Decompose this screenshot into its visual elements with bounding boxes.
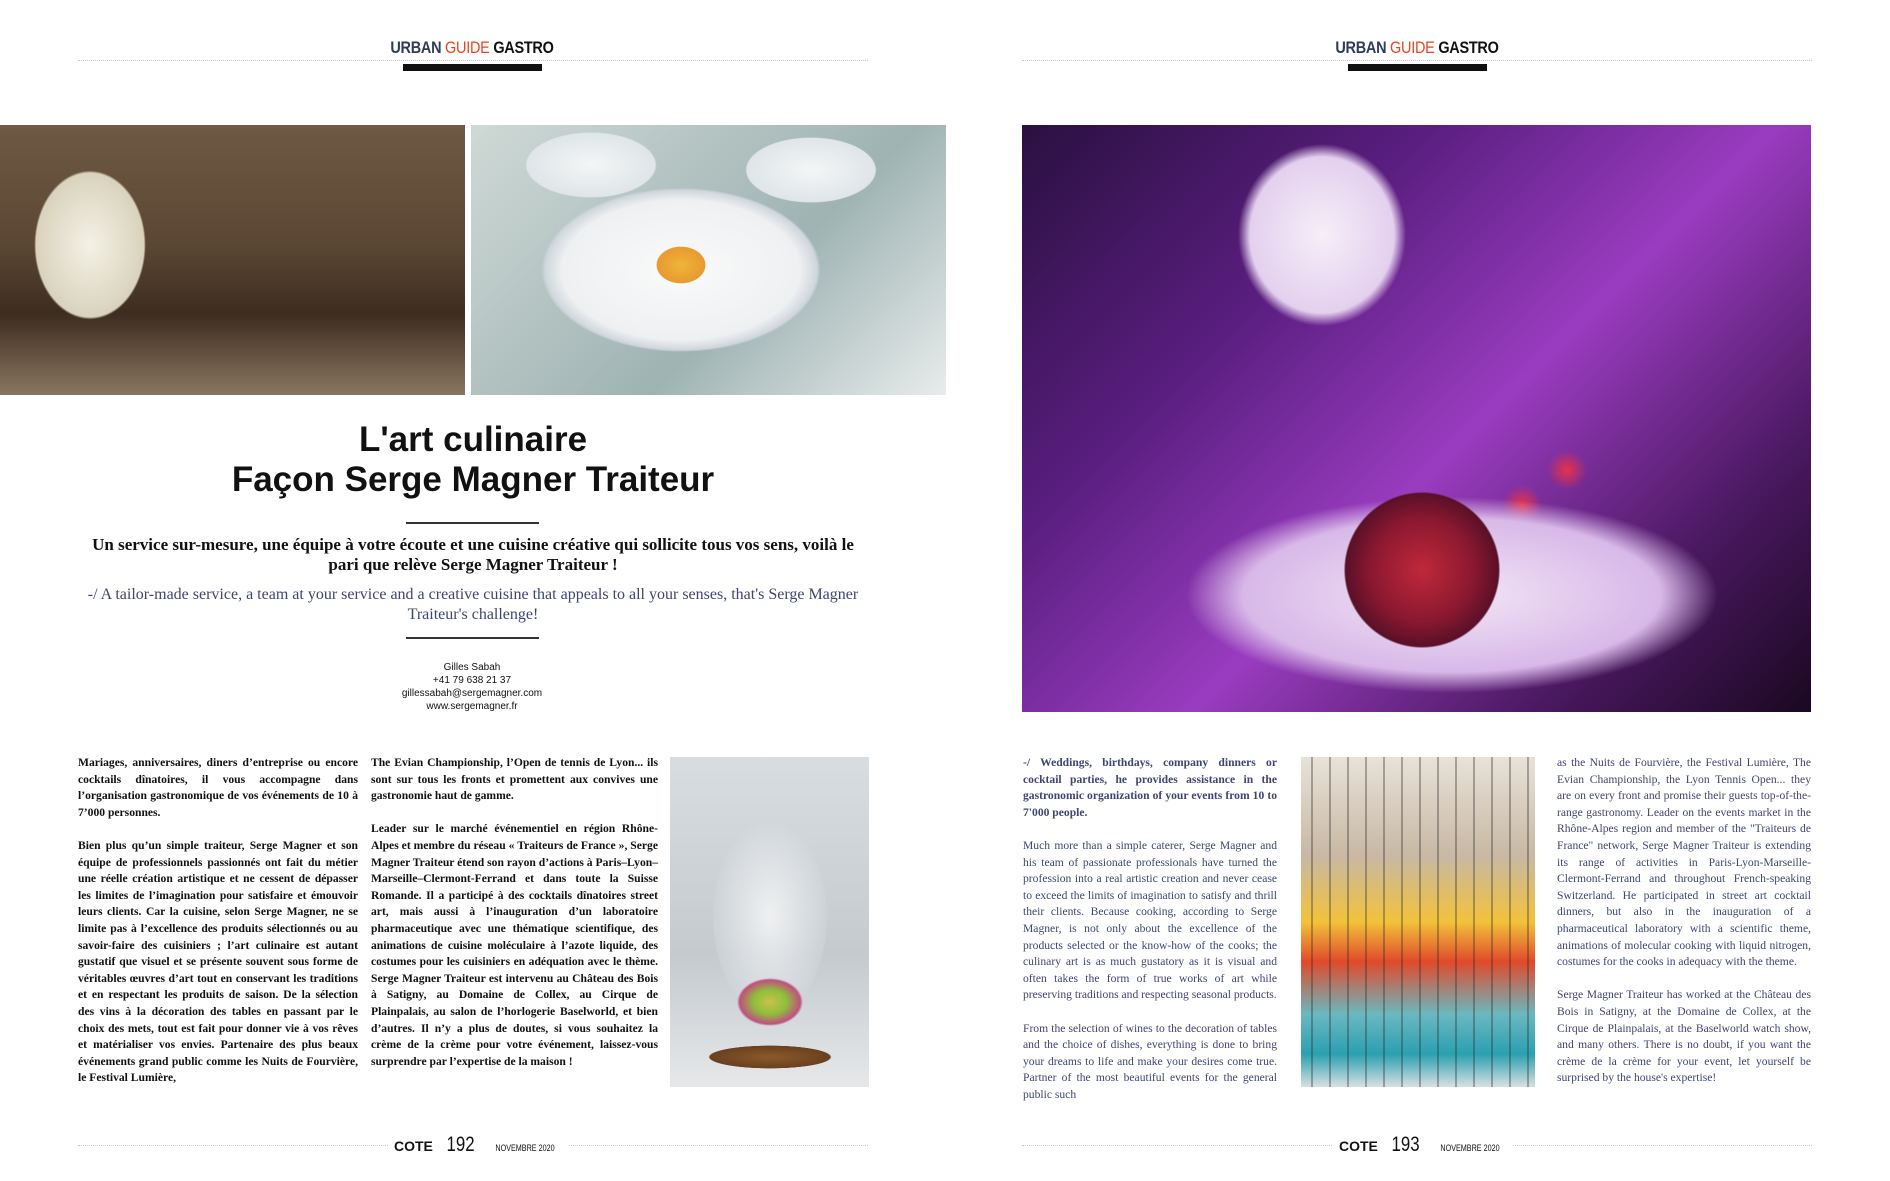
header-rule [78, 60, 868, 61]
plated-dish-photo [471, 125, 946, 395]
intro-en: -/ A tailor-made service, a team at your… [87, 586, 859, 623]
section-header: URBAN GUIDE GASTRO [344, 38, 600, 58]
cocktail-straws-photo [1301, 757, 1535, 1087]
contact-email[interactable]: gillessabah@sergemagner.com [372, 687, 572, 700]
header-bar [403, 64, 542, 71]
article-title: L'art culinaire Façon Serge Magner Trait… [231, 420, 715, 499]
restaurant-photo [0, 125, 465, 395]
contact-name: Gilles Sabah [443, 662, 501, 673]
intro-fr: Un service sur-mesure, une équipe à votr… [92, 535, 854, 574]
header-rule [1022, 60, 1812, 61]
dessert-pour-photo [1022, 125, 1811, 712]
section-header: URBAN GUIDE GASTRO [1289, 38, 1545, 58]
left-column-1: Mariages, anniversaires, diners d’entrep… [78, 756, 358, 1085]
header-bar [1348, 64, 1487, 71]
left-column-2: The Evian Championship, l’Open de tennis… [371, 756, 658, 1068]
glass-dome-photo [670, 757, 869, 1087]
contact-website[interactable]: www.sergemagner.fr [372, 700, 572, 713]
page-number: 192 [446, 1133, 475, 1156]
title-rule [406, 522, 539, 524]
contact-phone: +41 79 638 21 37 [432, 675, 512, 686]
intro-rule [406, 637, 539, 639]
page-number: 193 [1391, 1133, 1420, 1156]
right-column-1: -/ Weddings, birthdays, company dinners … [1023, 756, 1277, 1101]
page-footer-193: COTE 193 NOVEMBRE 2020 [1333, 1133, 1513, 1157]
right-column-2: as the Nuits de Fourvière, the Festival … [1557, 756, 1811, 1085]
page-footer-192: COTE 192 NOVEMBRE 2020 [388, 1133, 568, 1157]
contact-block: Gilles Sabah +41 79 638 21 37 gillessaba… [372, 661, 572, 713]
